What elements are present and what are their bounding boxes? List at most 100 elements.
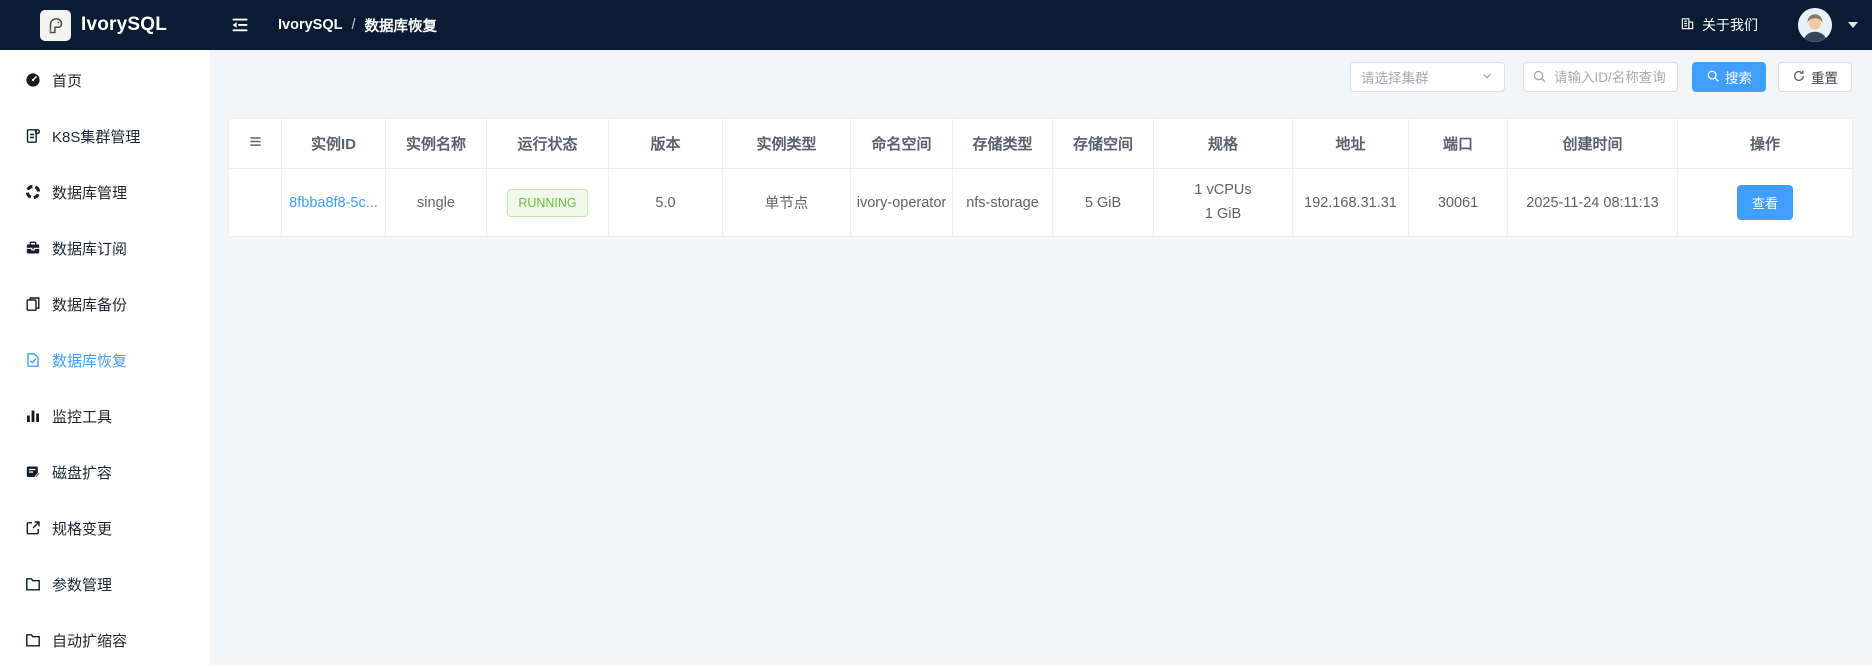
header-storage-size: 存储空间 bbox=[1052, 118, 1154, 169]
sidebar-item-home[interactable]: 首页 bbox=[0, 52, 210, 108]
cell-port: 30061 bbox=[1408, 168, 1508, 237]
ivorysql-elephant-logo-icon bbox=[40, 9, 71, 41]
reset-button[interactable]: 重置 bbox=[1778, 62, 1852, 92]
cell-storage-size: 5 GiB bbox=[1052, 168, 1154, 237]
spec-memory: 1 GiB bbox=[1204, 205, 1242, 222]
sidebar-item-database-backup[interactable]: 数据库备份 bbox=[0, 276, 210, 332]
sidebar-item-disk-expand[interactable]: 磁盘扩容 bbox=[0, 444, 210, 500]
breadcrumb: IvorySQL / 数据库恢复 bbox=[278, 15, 437, 36]
sidebar-item-autoscale[interactable]: 自动扩缩容 bbox=[0, 612, 210, 668]
status-badge: RUNNING bbox=[507, 188, 588, 217]
chevron-down-icon bbox=[1480, 69, 1494, 86]
breadcrumb-current: 数据库恢复 bbox=[364, 18, 438, 35]
header-address: 地址 bbox=[1292, 118, 1409, 169]
breadcrumb-root[interactable]: IvorySQL bbox=[278, 17, 342, 33]
instances-table: 实例ID 实例名称 运行状态 版本 实例类型 命名空间 存储类型 存储空间 规格… bbox=[228, 118, 1853, 237]
backup-copy-icon bbox=[24, 295, 42, 313]
search-button[interactable]: 搜索 bbox=[1692, 62, 1766, 92]
sidebar-item-label: 数据库订阅 bbox=[52, 240, 128, 258]
cell-instance-name: single bbox=[385, 168, 487, 237]
spec-cpu: 1 vCPUs bbox=[1194, 182, 1252, 199]
database-manage-icon bbox=[24, 183, 42, 201]
header-port: 端口 bbox=[1408, 118, 1508, 169]
header-created-at: 创建时间 bbox=[1507, 118, 1678, 169]
sidebar-item-label: 规格变更 bbox=[52, 520, 113, 538]
header-status: 运行状态 bbox=[486, 118, 609, 169]
sidebar-item-label: 自动扩缩容 bbox=[52, 632, 128, 650]
reset-button-label: 重置 bbox=[1811, 71, 1838, 86]
cell-storage-type: nfs-storage bbox=[952, 168, 1053, 237]
instance-id-link[interactable]: 8fbba8f8-5c... bbox=[289, 195, 378, 211]
sidebar-item-label: 磁盘扩容 bbox=[52, 464, 113, 482]
header-spec: 规格 bbox=[1153, 118, 1293, 169]
cell-address: 192.168.31.31 bbox=[1292, 168, 1409, 237]
cluster-select-placeholder: 请选择集群 bbox=[1361, 71, 1429, 86]
restore-file-check-icon bbox=[24, 351, 42, 369]
table-header-row: 实例ID 实例名称 运行状态 版本 实例类型 命名空间 存储类型 存储空间 规格… bbox=[228, 118, 1853, 169]
sidebar-item-label: 数据库恢复 bbox=[52, 352, 128, 370]
breadcrumb-separator: / bbox=[351, 17, 356, 33]
menu-fold-icon[interactable] bbox=[230, 15, 250, 35]
header-storage-type: 存储类型 bbox=[952, 118, 1053, 169]
header-actions: 操作 bbox=[1677, 118, 1853, 169]
sidebar-item-parameter-manage[interactable]: 参数管理 bbox=[0, 556, 210, 612]
chevron-down-icon[interactable] bbox=[1848, 22, 1858, 28]
sidebar-item-label: 数据库管理 bbox=[52, 184, 128, 202]
cell-namespace: ivory-operator bbox=[850, 168, 953, 237]
sidebar-item-label: 首页 bbox=[52, 72, 83, 90]
cell-created-at: 2025-11-24 08:11:13 bbox=[1507, 168, 1678, 237]
sidebar-item-label: 数据库备份 bbox=[52, 296, 128, 314]
sidebar-item-database-manage[interactable]: 数据库管理 bbox=[0, 164, 210, 220]
sidebar-item-database-subscription[interactable]: 数据库订阅 bbox=[0, 220, 210, 276]
sidebar-item-database-restore[interactable]: 数据库恢复 bbox=[0, 332, 210, 388]
cell-spec: 1 vCPUs 1 GiB bbox=[1153, 168, 1293, 237]
cell-version: 5.0 bbox=[608, 168, 723, 237]
header-instance-type: 实例类型 bbox=[722, 118, 851, 169]
main-content: 请选择集群 请输入ID/名称查询 搜索 重置 实例ID 实例名称 运行状态 版本… bbox=[210, 50, 1872, 665]
header-instance-id: 实例ID bbox=[281, 118, 386, 169]
topbar-right: 关于我们 bbox=[1680, 8, 1872, 42]
brand-zone: IvorySQL bbox=[0, 9, 210, 41]
filter-bar: 请选择集群 请输入ID/名称查询 搜索 重置 bbox=[210, 62, 1872, 92]
sidebar-item-label: 参数管理 bbox=[52, 576, 113, 594]
dashboard-icon bbox=[24, 71, 42, 89]
sidebar-item-label: 监控工具 bbox=[52, 408, 113, 426]
sidebar: 首页 K8S集群管理 数据库管理 数据库订阅 数据库备份 数据库恢复 监控工具 … bbox=[0, 50, 210, 665]
cell-expand bbox=[228, 168, 282, 237]
sidebar-item-spec-change[interactable]: 规格变更 bbox=[0, 500, 210, 556]
header-version: 版本 bbox=[608, 118, 723, 169]
about-us-label: 关于我们 bbox=[1702, 17, 1758, 33]
cluster-file-icon bbox=[24, 127, 42, 145]
instances-table-wrap: 实例ID 实例名称 运行状态 版本 实例类型 命名空间 存储类型 存储空间 规格… bbox=[228, 118, 1853, 237]
search-icon bbox=[1532, 69, 1547, 89]
header-namespace: 命名空间 bbox=[850, 118, 953, 169]
view-button[interactable]: 查看 bbox=[1736, 185, 1793, 220]
column-settings-icon[interactable] bbox=[248, 134, 263, 149]
building-icon bbox=[1680, 16, 1695, 34]
sidebar-item-monitor-tools[interactable]: 监控工具 bbox=[0, 388, 210, 444]
avatar[interactable] bbox=[1798, 8, 1832, 42]
sidebar-item-k8s-clusters[interactable]: K8S集群管理 bbox=[0, 108, 210, 164]
cluster-select[interactable]: 请选择集群 bbox=[1350, 62, 1505, 92]
disk-expand-icon bbox=[24, 463, 42, 481]
spec-change-export-icon bbox=[24, 519, 42, 537]
subscription-icon bbox=[24, 239, 42, 257]
cell-actions: 查看 bbox=[1677, 168, 1853, 237]
folder-icon bbox=[24, 575, 42, 593]
column-settings-header bbox=[228, 118, 282, 169]
topbar: IvorySQL IvorySQL / 数据库恢复 关于我们 bbox=[0, 0, 1872, 50]
search-icon bbox=[1706, 69, 1720, 86]
cell-instance-id: 8fbba8f8-5c... bbox=[281, 168, 386, 237]
search-field-wrap bbox=[1523, 62, 1678, 92]
about-us-link[interactable]: 关于我们 bbox=[1680, 15, 1758, 35]
brand-name: IvorySQL bbox=[81, 14, 168, 35]
refresh-icon bbox=[1792, 69, 1806, 86]
cell-instance-type: 单节点 bbox=[722, 168, 851, 237]
monitor-bar-chart-icon bbox=[24, 407, 42, 425]
header-instance-name: 实例名称 bbox=[385, 118, 487, 169]
table-row: 8fbba8f8-5c... single RUNNING 5.0 单节点 iv… bbox=[228, 168, 1853, 237]
sidebar-item-label: K8S集群管理 bbox=[52, 128, 141, 146]
search-button-label: 搜索 bbox=[1725, 71, 1752, 86]
folder-icon bbox=[24, 631, 42, 649]
cell-status: RUNNING bbox=[486, 168, 609, 237]
